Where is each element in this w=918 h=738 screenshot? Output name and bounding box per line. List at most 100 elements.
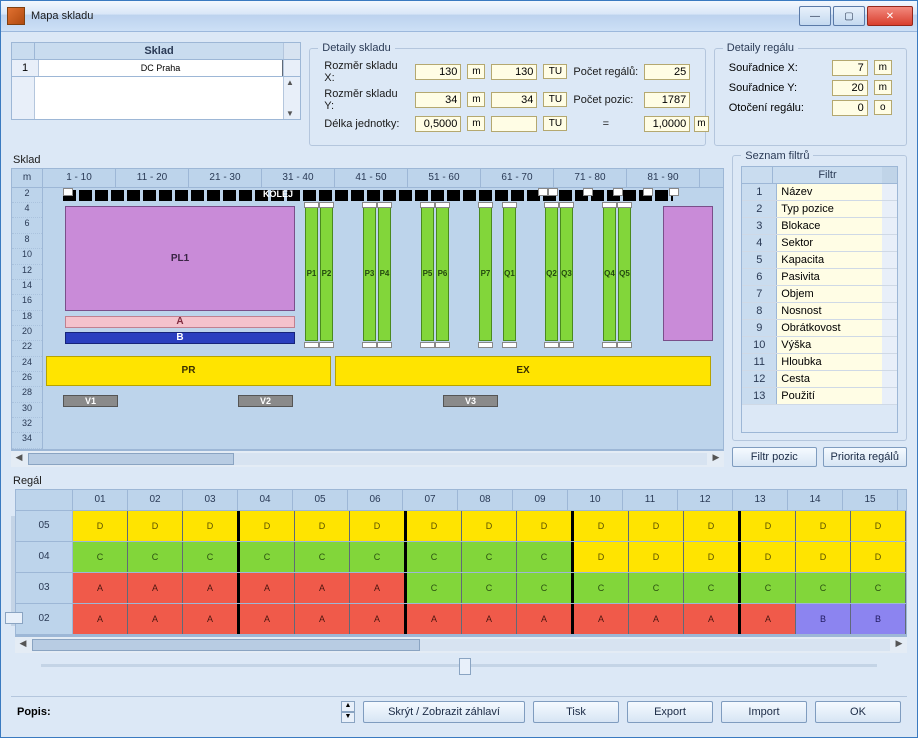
- marker[interactable]: [583, 188, 593, 196]
- scroll-icon[interactable]: [882, 167, 897, 183]
- regal-cell[interactable]: C: [407, 542, 462, 572]
- regal-cell[interactable]: A: [407, 604, 462, 634]
- marker[interactable]: [617, 342, 632, 348]
- filter-row[interactable]: 13Použití: [742, 388, 897, 405]
- band-V2[interactable]: V2: [238, 395, 293, 407]
- band-a[interactable]: A: [65, 316, 295, 328]
- regal-cell[interactable]: D: [574, 542, 629, 572]
- regal-cell[interactable]: A: [295, 573, 350, 603]
- warehouse-row[interactable]: 1 DC Praha: [11, 60, 301, 77]
- regal-cell[interactable]: A: [574, 604, 629, 634]
- regal-cell[interactable]: D: [796, 542, 851, 572]
- rack-P5[interactable]: P5: [421, 206, 434, 341]
- regal-cell[interactable]: D: [851, 542, 906, 572]
- rack-P7[interactable]: P7: [479, 206, 492, 341]
- marker[interactable]: [538, 188, 548, 196]
- regal-cell[interactable]: C: [462, 542, 517, 572]
- unitlen-result[interactable]: [644, 116, 690, 132]
- regal-cell[interactable]: C: [851, 573, 906, 603]
- regal-cell[interactable]: C: [796, 573, 851, 603]
- regal-cell[interactable]: D: [574, 511, 629, 541]
- regal-cell[interactable]: C: [407, 573, 462, 603]
- regal-cell[interactable]: D: [350, 511, 407, 541]
- marker[interactable]: [362, 202, 377, 208]
- regal-cell[interactable]: C: [741, 573, 796, 603]
- marker[interactable]: [617, 202, 632, 208]
- rack-Q4[interactable]: Q4: [603, 206, 616, 341]
- filter-row[interactable]: 2Typ pozice: [742, 201, 897, 218]
- filter-row[interactable]: 11Hloubka: [742, 354, 897, 371]
- print-button[interactable]: Tisk: [533, 701, 619, 723]
- filter-row[interactable]: 9Obrátkovost: [742, 320, 897, 337]
- marker[interactable]: [304, 342, 319, 348]
- marker[interactable]: [420, 342, 435, 348]
- regal-cell[interactable]: A: [240, 604, 295, 634]
- regal-cell[interactable]: A: [629, 604, 684, 634]
- regal-grid[interactable]: 010203040506070809101112131415 05DDDDDDD…: [15, 489, 907, 636]
- regal-cell[interactable]: A: [240, 573, 295, 603]
- marker[interactable]: [602, 202, 617, 208]
- marker[interactable]: [544, 342, 559, 348]
- regal-cell[interactable]: A: [183, 573, 240, 603]
- marker[interactable]: [502, 202, 517, 208]
- unitlen-blank[interactable]: [491, 116, 537, 132]
- close-button[interactable]: ✕: [867, 6, 913, 26]
- regal-cell[interactable]: D: [407, 511, 462, 541]
- filter-row[interactable]: 1Název: [742, 184, 897, 201]
- regal-cell[interactable]: B: [796, 604, 851, 634]
- regal-cell[interactable]: A: [684, 604, 741, 634]
- regal-cell[interactable]: C: [462, 573, 517, 603]
- regal-cell[interactable]: A: [350, 573, 407, 603]
- regal-cell[interactable]: D: [128, 511, 183, 541]
- dimy-tu[interactable]: [491, 92, 537, 108]
- filter-row[interactable]: 10Výška: [742, 337, 897, 354]
- marker[interactable]: [420, 202, 435, 208]
- marker[interactable]: [319, 202, 334, 208]
- marker[interactable]: [613, 188, 623, 196]
- regal-cell[interactable]: A: [73, 604, 128, 634]
- zone-pl1[interactable]: PL1: [65, 206, 295, 311]
- regal-zoom-slider[interactable]: [41, 655, 877, 677]
- regal-cell[interactable]: C: [350, 542, 407, 572]
- ok-button[interactable]: OK: [815, 701, 901, 723]
- poscount-value[interactable]: [644, 92, 690, 108]
- regal-cell[interactable]: C: [629, 573, 684, 603]
- marker[interactable]: [377, 202, 392, 208]
- marker[interactable]: [559, 202, 574, 208]
- regal-cell[interactable]: D: [517, 511, 574, 541]
- marker[interactable]: [435, 202, 450, 208]
- regal-cell[interactable]: C: [295, 542, 350, 572]
- filter-row[interactable]: 12Cesta: [742, 371, 897, 388]
- kolej-track[interactable]: KOLEJ: [63, 190, 673, 201]
- regal-cell[interactable]: D: [684, 511, 741, 541]
- regal-cell[interactable]: D: [741, 511, 796, 541]
- rack-P1[interactable]: P1: [305, 206, 318, 341]
- regal-cell[interactable]: D: [73, 511, 128, 541]
- regal-cell[interactable]: D: [240, 511, 295, 541]
- regal-cell[interactable]: C: [73, 542, 128, 572]
- filter-row[interactable]: 8Nosnost: [742, 303, 897, 320]
- regal-cell[interactable]: D: [741, 542, 796, 572]
- filter-row[interactable]: 7Objem: [742, 286, 897, 303]
- marker[interactable]: [669, 188, 679, 196]
- marker[interactable]: [362, 342, 377, 348]
- rack-Q1[interactable]: Q1: [503, 206, 516, 341]
- marker[interactable]: [435, 342, 450, 348]
- marker[interactable]: [478, 202, 493, 208]
- export-button[interactable]: Export: [627, 701, 713, 723]
- regal-cell[interactable]: A: [295, 604, 350, 634]
- import-button[interactable]: Import: [721, 701, 807, 723]
- band-ex[interactable]: EX: [335, 356, 711, 386]
- regal-cell[interactable]: D: [684, 542, 741, 572]
- marker[interactable]: [559, 342, 574, 348]
- band-pr[interactable]: PR: [46, 356, 331, 386]
- rotation-value[interactable]: [832, 100, 868, 116]
- rack-Q3[interactable]: Q3: [560, 206, 573, 341]
- coordy-value[interactable]: [832, 80, 868, 96]
- rack-P3[interactable]: P3: [363, 206, 376, 341]
- band-b[interactable]: B: [65, 332, 295, 344]
- rack-Q2[interactable]: Q2: [545, 206, 558, 341]
- regal-cell[interactable]: D: [796, 511, 851, 541]
- map-hscroll[interactable]: ◀▶: [11, 450, 724, 467]
- dimy-m[interactable]: [415, 92, 461, 108]
